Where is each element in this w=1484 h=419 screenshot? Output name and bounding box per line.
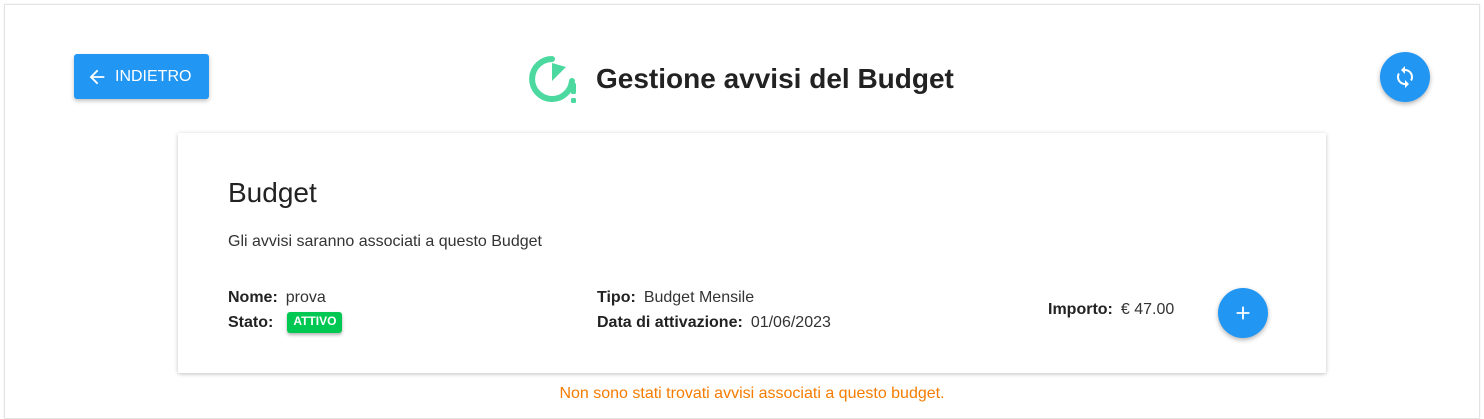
card-subtitle: Gli avvisi saranno associati a questo Bu… (228, 233, 542, 250)
budget-card: Budget Gli avvisi saranno associati a qu… (178, 133, 1326, 373)
refresh-button[interactable] (1380, 52, 1430, 102)
importo-value: € 47.00 (1120, 301, 1175, 318)
status-badge: ATTIVO (287, 312, 343, 333)
page-header: Gestione avvisi del Budget (526, 50, 954, 108)
field-nome: Nome: prova (228, 289, 326, 307)
data-attivazione-label: Data di attivazione: (597, 314, 743, 331)
refresh-icon (1393, 65, 1417, 89)
field-stato: Stato: ATTIVO (228, 312, 343, 333)
page-title: Gestione avvisi del Budget (596, 63, 954, 94)
data-attivazione-value: 01/06/2023 (750, 314, 831, 331)
back-button[interactable]: INDIETRO (74, 54, 209, 99)
empty-alerts-message: Non sono stati trovati avvisi associati … (559, 385, 945, 402)
field-importo: Importo: € 47.00 (1048, 301, 1174, 319)
plus-icon (1232, 302, 1254, 324)
arrow-left-icon (86, 66, 108, 88)
stato-label: Stato: (228, 313, 274, 331)
back-button-label: INDIETRO (115, 67, 192, 85)
field-data-attivazione: Data di attivazione: 01/06/2023 (597, 314, 831, 332)
nome-value: prova (285, 289, 326, 306)
nome-label: Nome: (228, 289, 278, 306)
budget-alert-icon (526, 53, 578, 105)
tipo-label: Tipo: (597, 289, 636, 306)
field-tipo: Tipo: Budget Mensile (597, 289, 754, 307)
tipo-value: Budget Mensile (643, 289, 755, 306)
card-title: Budget (228, 177, 317, 208)
add-alert-button[interactable] (1218, 288, 1268, 338)
importo-label: Importo: (1048, 301, 1113, 318)
